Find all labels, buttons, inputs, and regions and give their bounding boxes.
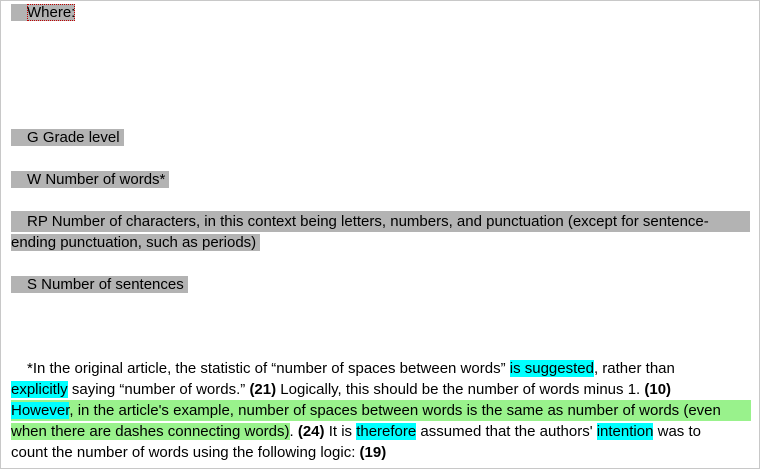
highlight-however: However [11,402,70,419]
highlight-intention: intention [596,423,654,440]
highlight-explicitly: explicitly [11,381,68,398]
footnote-text: It is [324,423,357,440]
definition-rp-line1: RP Number of characters, in this context… [11,211,750,232]
definition-rp-text-2: ending punctuation, such as periods) [11,234,261,251]
where-text: Where: [27,4,76,21]
definition-w-text: W Number of words* [11,171,170,188]
highlight-is-suggested: is suggested [509,360,594,377]
definition-s: S Number of sentences [11,274,188,295]
footnote-paragraph: *In the original article, the statistic … [11,358,751,463]
footnote-text: *In the original article, the statistic … [27,360,510,377]
score-21: (21) [249,381,277,398]
document-page: Where: G Grade level W Number of words* … [0,0,760,469]
footnote-row-2: explicitly saying “number of words.” (21… [11,379,751,400]
definition-w: W Number of words* [11,169,170,190]
where-line: Where: [11,2,76,23]
footnote-text: assumed that the authors' [416,423,597,440]
definition-s-text: S Number of sentences [11,276,188,293]
footnote-row-5: count the number of words using the foll… [11,442,751,463]
definition-g-text: G Grade level [11,129,124,146]
footnote-text: count the number of words using the foll… [11,444,360,461]
footnote-row-1: *In the original article, the statistic … [11,358,751,379]
score-24: (24) [297,423,325,440]
highlight-green-text: when there are dashes connecting words) [11,423,290,440]
score-10: (10) [644,381,672,398]
definition-g: G Grade level [11,127,124,148]
score-19: (19) [359,444,387,461]
footnote-text: saying “number of words.” [67,381,250,398]
where-label: Where: [11,4,76,21]
definition-rp-line2: ending punctuation, such as periods) [11,232,261,253]
footnote-row-3: However, in the article's example, numbe… [11,400,751,421]
highlight-green-text: , in the article's example, number of sp… [69,402,721,419]
definition-rp-text-1: RP Number of characters, in this context… [11,211,750,232]
footnote-text: Logically, this should be the number of … [276,381,645,398]
footnote-text: . [289,423,298,440]
footnote-text: was to [653,423,701,440]
footnote-row-4: when there are dashes connecting words).… [11,421,751,442]
footnote-text: , rather than [593,360,675,377]
highlight-therefore: therefore [356,423,417,440]
